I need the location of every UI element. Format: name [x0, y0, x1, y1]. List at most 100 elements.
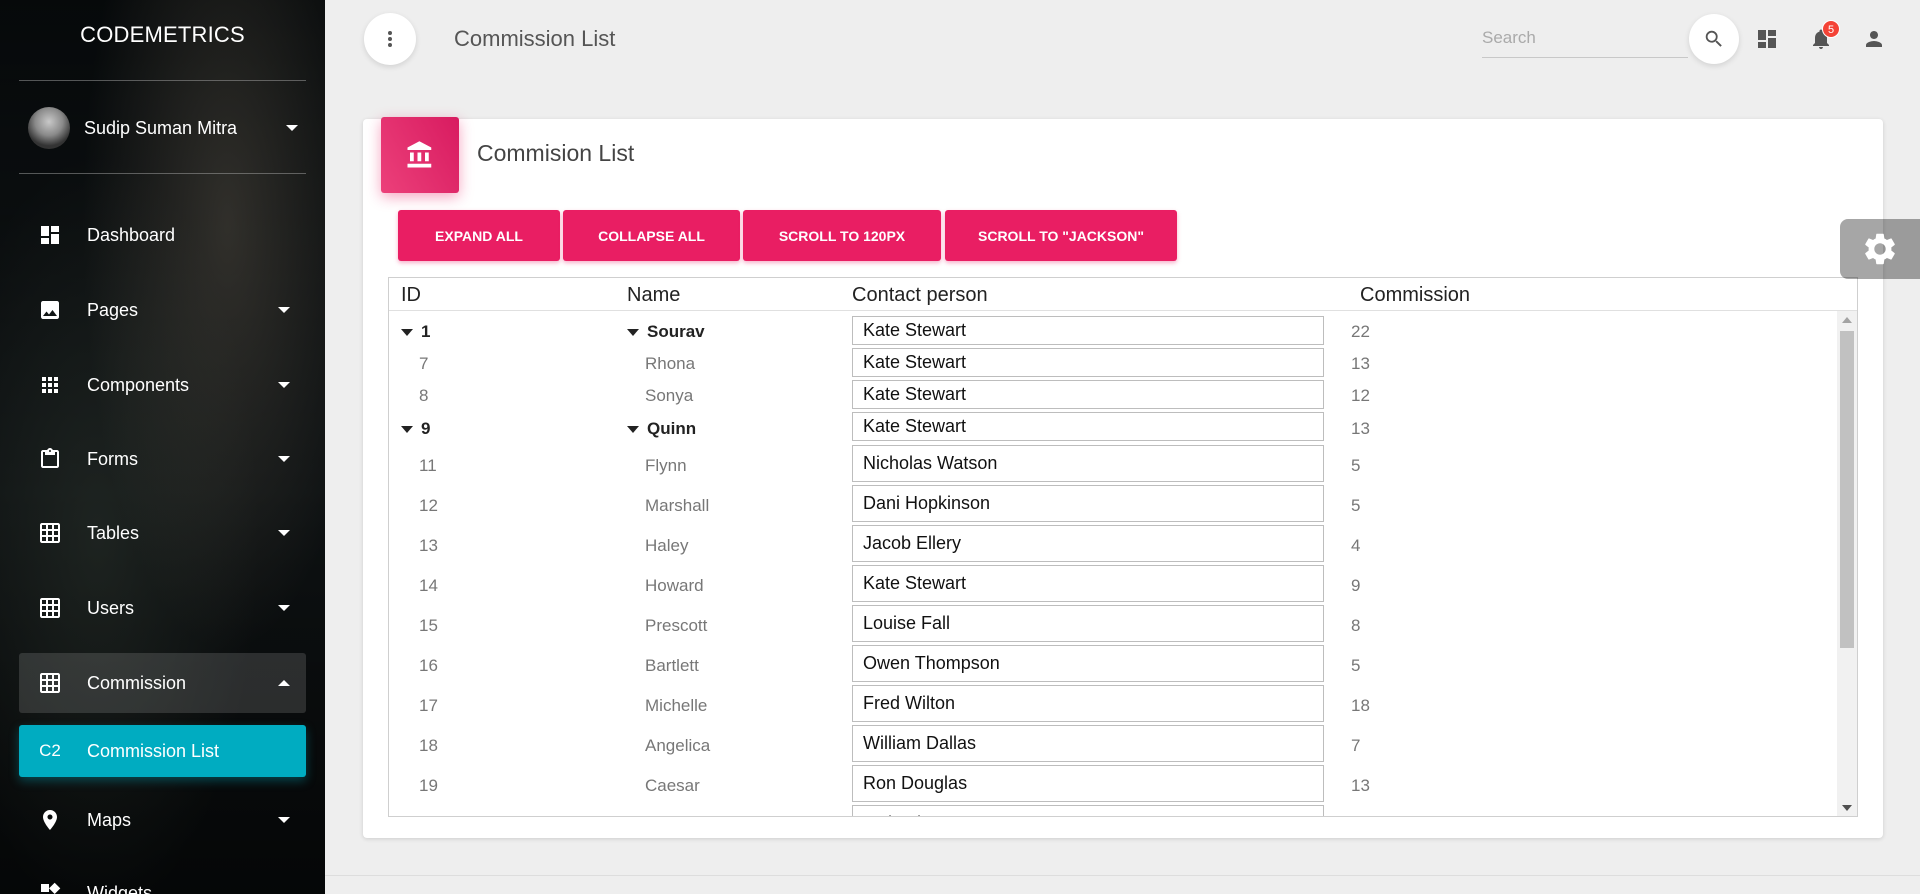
sidebar-item-label: Components: [87, 374, 190, 395]
column-header-commission[interactable]: Commission: [1360, 284, 1470, 307]
caret-down-icon: [278, 456, 290, 462]
caret-down-icon: [278, 307, 290, 313]
sidebar-item-dashboard[interactable]: Dashboard: [19, 206, 306, 264]
table-row[interactable]: 13 Haley 4: [389, 523, 1836, 563]
column-header-id[interactable]: ID: [401, 284, 421, 307]
commission-cell: 18: [1351, 696, 1370, 715]
table-row[interactable]: 19 Caesar 13: [389, 763, 1836, 803]
id-cell: 16: [419, 656, 438, 675]
commission-cell: 9: [1351, 576, 1361, 595]
name-cell: Angelica: [645, 736, 711, 755]
table-row[interactable]: 8 Sonya 12: [389, 378, 1836, 411]
contact-input[interactable]: [852, 805, 1324, 816]
settings-panel-toggle[interactable]: [1840, 219, 1920, 279]
name-cell: Quinn: [627, 419, 696, 439]
table-row[interactable]: 16 Bartlett 5: [389, 643, 1836, 683]
id-cell: 7: [419, 354, 429, 373]
id-cell: 11: [419, 456, 437, 475]
name-cell: Michelle: [645, 696, 708, 715]
commission-cell: 7: [1351, 736, 1361, 755]
user-profile[interactable]: Sudip Suman Mitra: [28, 106, 298, 150]
table-row[interactable]: 11 Flynn 5: [389, 443, 1836, 483]
contact-input[interactable]: [852, 380, 1324, 409]
table-row-group[interactable]: 1 Sourav 22: [389, 314, 1836, 346]
user-name: Sudip Suman Mitra: [84, 117, 238, 138]
search-field[interactable]: [1482, 24, 1688, 58]
sidebar-item-label: Widgets: [87, 882, 153, 894]
contact-input[interactable]: [852, 525, 1324, 562]
sidebar: CODEMETRICS Sudip Suman Mitra Dashboard …: [0, 0, 325, 894]
sidebar-item-components[interactable]: Components: [19, 356, 306, 414]
expand-toggle-icon[interactable]: [627, 426, 639, 434]
table-scrollbar[interactable]: [1837, 311, 1857, 816]
sidebar-item-label: Maps: [87, 809, 132, 830]
expand-all-button[interactable]: EXPAND ALL: [398, 210, 560, 261]
table-row[interactable]: 17 Michelle 18: [389, 683, 1836, 723]
caret-down-icon: [278, 382, 290, 388]
table-row[interactable]: 18 Angelica 7: [389, 723, 1836, 763]
id-cell: 17: [419, 696, 438, 715]
sidebar-item-label: Users: [87, 597, 135, 618]
commission-cell: 8: [1351, 616, 1361, 635]
table-row[interactable]: [389, 803, 1836, 816]
name-cell: Caesar: [645, 776, 700, 795]
table-row[interactable]: 7 Rhona 13: [389, 346, 1836, 378]
id-cell: 18: [419, 736, 438, 755]
contact-input[interactable]: [852, 316, 1324, 345]
dashboard-button[interactable]: [1752, 24, 1782, 54]
sidebar-divider: [19, 173, 306, 174]
expand-toggle-icon[interactable]: [627, 329, 639, 337]
name-cell: Rhona: [645, 354, 696, 373]
contact-input[interactable]: [852, 485, 1324, 522]
expand-toggle-icon[interactable]: [401, 329, 413, 337]
scroll-to-name-button[interactable]: SCROLL TO "JACKSON": [945, 210, 1177, 261]
map-pin-icon: [37, 807, 63, 833]
sidebar-item-tables[interactable]: Tables: [19, 504, 306, 562]
sidebar-item-commission-list[interactable]: C2 Commission List: [19, 725, 306, 777]
name-cell: Howard: [645, 576, 704, 595]
page-title: Commission List: [454, 26, 616, 51]
sidebar-item-users[interactable]: Users: [19, 579, 306, 637]
more-menu-button[interactable]: [364, 13, 416, 65]
contact-input[interactable]: [852, 725, 1324, 762]
caret-down-icon: [278, 817, 290, 823]
contact-input[interactable]: [852, 765, 1324, 802]
dashboard-icon: [37, 222, 63, 248]
scroll-up-arrow-icon[interactable]: [1842, 317, 1852, 323]
search-button[interactable]: [1689, 14, 1739, 64]
scroll-to-px-button[interactable]: SCROLL TO 120PX: [743, 210, 941, 261]
card-title: Commision List: [477, 140, 635, 166]
sidebar-item-widgets[interactable]: Widgets: [19, 864, 306, 894]
account-button[interactable]: [1859, 24, 1889, 54]
sidebar-item-commission[interactable]: Commission: [19, 653, 306, 713]
scroll-down-arrow-icon[interactable]: [1842, 805, 1852, 811]
grid-icon: [37, 670, 63, 696]
expand-toggle-icon[interactable]: [401, 426, 413, 434]
table-row[interactable]: 14 Howard 9: [389, 563, 1836, 603]
sidebar-item-pages[interactable]: Pages: [19, 281, 306, 339]
search-input[interactable]: [1482, 24, 1688, 52]
sidebar-item-maps[interactable]: Maps: [19, 791, 306, 849]
contact-input[interactable]: [852, 445, 1324, 482]
contact-input[interactable]: [852, 412, 1324, 441]
commission-cell: 22: [1351, 322, 1370, 341]
widgets-icon: [37, 880, 63, 894]
table-row[interactable]: 15 Prescott 8: [389, 603, 1836, 643]
contact-input[interactable]: [852, 645, 1324, 682]
footer-divider: [325, 875, 1920, 876]
contact-input[interactable]: [852, 685, 1324, 722]
table-row-group[interactable]: 9 Quinn 13: [389, 411, 1836, 443]
commission-table[interactable]: ID Name Contact person Commission 1 Sour…: [388, 277, 1858, 817]
column-header-contact[interactable]: Contact person: [852, 284, 988, 307]
scrollbar-thumb[interactable]: [1840, 331, 1854, 648]
column-header-name[interactable]: Name: [627, 284, 680, 307]
contact-input[interactable]: [852, 565, 1324, 602]
table-row[interactable]: 12 Marshall 5: [389, 483, 1836, 523]
sidebar-item-label: Tables: [87, 522, 140, 543]
brand-logo[interactable]: CODEMETRICS: [0, 22, 325, 48]
sidebar-item-abbr: C2: [39, 741, 61, 760]
sidebar-item-forms[interactable]: Forms: [19, 430, 306, 488]
collapse-all-button[interactable]: COLLAPSE ALL: [563, 210, 740, 261]
contact-input[interactable]: [852, 605, 1324, 642]
contact-input[interactable]: [852, 348, 1324, 377]
